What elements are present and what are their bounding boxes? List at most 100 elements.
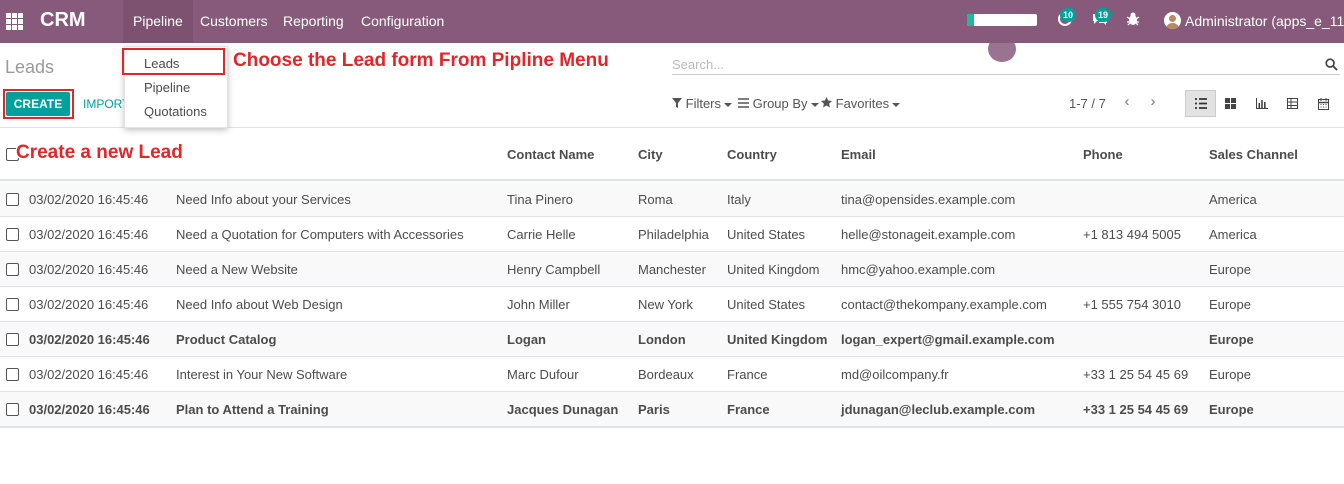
cell-phone: +33 1 25 54 45 69	[1083, 367, 1189, 382]
menu-configuration[interactable]: Configuration	[351, 0, 454, 43]
cell-channel: Europe	[1209, 262, 1251, 277]
dropdown-item-pipeline[interactable]: Pipeline	[144, 80, 190, 95]
cell-email: contact@thekompany.example.com	[841, 297, 1047, 312]
cell-country: United Kingdom	[727, 332, 828, 347]
loading-indicator	[988, 36, 1016, 62]
pager-value[interactable]: 1-7 / 7	[1069, 96, 1106, 111]
progress-fill	[967, 14, 974, 26]
page-title: Leads	[5, 57, 55, 77]
cell-email: jdunagan@leclub.example.com	[841, 402, 1036, 417]
cell-name: Need Info about your Services	[176, 192, 351, 207]
user-menu[interactable]: Administrator (apps_e_11)	[1185, 0, 1344, 43]
cell-phone: +1 813 494 5005	[1083, 227, 1181, 242]
menu-pipeline[interactable]: Pipeline	[123, 0, 193, 43]
table-row[interactable]: 03/02/2020 16:45:46 Need Info about Web D…	[0, 287, 1344, 322]
message-count-badge: 19	[1095, 8, 1112, 22]
cell-channel: Europe	[1209, 367, 1251, 382]
groupby-label: Group By	[752, 96, 808, 111]
leads-annotation: Choose the Lead form From Pipline Menu	[233, 50, 609, 71]
apps-menu-icon[interactable]	[6, 13, 23, 30]
cell-date: 03/02/2020 16:45:46	[29, 332, 150, 347]
column-header-phone[interactable]: Phone	[1083, 147, 1123, 162]
cell-contact: Tina Pinero	[507, 192, 573, 207]
cell-email: helle@stonageit.example.com	[841, 227, 1016, 242]
table-bottom-divider	[0, 426, 1344, 428]
cell-name: Product Catalog	[176, 332, 277, 347]
cell-contact: Carrie Helle	[507, 227, 576, 242]
column-header-email[interactable]: Email	[841, 147, 876, 162]
table-row[interactable]: 03/02/2020 16:45:46 Product Catalog Logan L…	[0, 322, 1344, 357]
cell-city: London	[638, 332, 686, 347]
import-button[interactable]: IMPORT	[83, 92, 129, 116]
row-checkbox[interactable]	[6, 368, 19, 381]
create-highlight-box	[3, 89, 74, 119]
column-header-city[interactable]: City	[638, 147, 663, 162]
calendar-view-button[interactable]	[1308, 90, 1339, 117]
graph-view-button[interactable]	[1246, 90, 1277, 117]
cell-channel: America	[1209, 227, 1257, 242]
row-checkbox[interactable]	[6, 403, 19, 416]
pivot-view-button[interactable]	[1277, 90, 1308, 117]
cell-email: tina@opensides.example.com	[841, 192, 1016, 207]
row-checkbox[interactable]	[6, 263, 19, 276]
favorites-dropdown[interactable]: Favorites	[821, 96, 901, 111]
column-header-contact[interactable]: Contact Name	[507, 147, 594, 162]
row-checkbox[interactable]	[6, 298, 19, 311]
search-icon[interactable]	[1325, 58, 1338, 71]
dropdown-item-quotations[interactable]: Quotations	[144, 104, 207, 119]
cell-date: 03/02/2020 16:45:46	[29, 262, 149, 277]
table-row[interactable]: 03/02/2020 16:45:46 Plan to Attend a Trai…	[0, 392, 1344, 427]
table-row[interactable]: 03/02/2020 16:45:46 Interest in Your New …	[0, 357, 1344, 392]
cell-contact: Henry Campbell	[507, 262, 601, 277]
leads-highlight-box	[122, 48, 225, 75]
cell-date: 03/02/2020 16:45:46	[29, 192, 149, 207]
cell-channel: America	[1209, 192, 1257, 207]
cell-city: Paris	[638, 402, 670, 417]
row-checkbox[interactable]	[6, 193, 19, 206]
cell-channel: Europe	[1209, 332, 1254, 347]
cell-city: Philadelphia	[638, 227, 709, 242]
groupby-dropdown[interactable]: Group By	[738, 96, 819, 111]
cell-country: United States	[727, 227, 806, 242]
menu-reporting[interactable]: Reporting	[273, 0, 354, 43]
favorites-label: Favorites	[835, 96, 890, 111]
cell-channel: Europe	[1209, 402, 1254, 417]
cell-channel: Europe	[1209, 297, 1251, 312]
table-header: Contact Name City Country Email Phone Sa…	[0, 128, 1344, 181]
cell-name: Need Info about Web Design	[176, 297, 343, 312]
top-navbar: CRM Pipeline Customers Reporting Configu…	[0, 0, 1344, 43]
cell-country: France	[727, 367, 768, 382]
app-title[interactable]: CRM	[40, 9, 86, 32]
cell-city: Roma	[638, 192, 673, 207]
column-header-country[interactable]: Country	[727, 147, 777, 162]
pager-previous-icon[interactable]: ‹	[1119, 93, 1135, 111]
cell-country: France	[727, 402, 770, 417]
cell-phone: +33 1 25 54 45 69	[1083, 402, 1189, 417]
table-row[interactable]: 03/02/2020 16:45:46 Need Info about your …	[0, 182, 1344, 217]
pager-next-icon[interactable]: ›	[1145, 93, 1161, 111]
create-annotation: Create a new Lead	[16, 142, 183, 163]
cell-email: logan_expert@gmail.example.com	[841, 332, 1055, 347]
row-checkbox[interactable]	[6, 333, 19, 346]
cell-city: New York	[638, 297, 693, 312]
filters-dropdown[interactable]: Filters	[672, 96, 733, 111]
table-row[interactable]: 03/02/2020 16:45:46 Need a New Website Hen…	[0, 252, 1344, 287]
menu-customers[interactable]: Customers	[190, 0, 278, 43]
cell-date: 03/02/2020 16:45:46	[29, 297, 149, 312]
column-header-sales-channel[interactable]: Sales Channel	[1209, 147, 1298, 162]
cell-name: Need a Quotation for Computers with Acce…	[176, 227, 464, 242]
kanban-view-button[interactable]	[1215, 90, 1246, 117]
debug-bug-icon[interactable]	[1124, 11, 1142, 29]
cell-city: Bordeaux	[638, 367, 694, 382]
cell-contact: Jacques Dunagan	[507, 402, 619, 417]
onboarding-progress-bar[interactable]	[967, 14, 1037, 26]
list-view-button[interactable]	[1185, 90, 1216, 117]
user-avatar[interactable]	[1164, 12, 1181, 29]
list-icon	[1194, 98, 1207, 109]
table-row[interactable]: 03/02/2020 16:45:46 Need a Quotation for …	[0, 217, 1344, 252]
row-checkbox[interactable]	[6, 228, 19, 241]
cell-contact: John Miller	[507, 297, 570, 312]
graph-icon	[1255, 98, 1268, 109]
cell-country: Italy	[727, 192, 751, 207]
cell-contact: Logan	[507, 332, 546, 347]
